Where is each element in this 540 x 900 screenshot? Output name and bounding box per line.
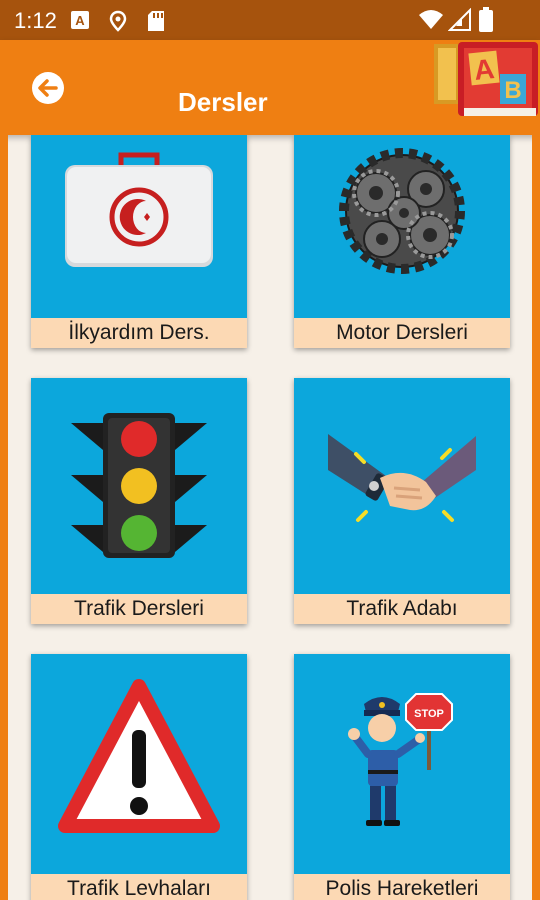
abc-book-logo: A B	[434, 42, 538, 116]
wifi-icon	[419, 10, 443, 29]
card-trafik-levhalari[interactable]: Trafik Levhaları	[31, 654, 247, 900]
card-label: Polis Hareketleri	[294, 874, 510, 900]
svg-text:A: A	[75, 13, 85, 28]
card-ilkyardim[interactable]: İlkyardım Ders.	[31, 135, 247, 348]
card-label: İlkyardım Ders.	[31, 318, 247, 348]
logo-letter-b: B	[504, 77, 521, 104]
stop-sign-text: STOP	[414, 708, 444, 720]
back-button[interactable]	[30, 70, 66, 106]
card-label: Trafik Levhaları	[31, 874, 247, 900]
lessons-grid: İlkyardım Ders. Motor Dersleri Trafik De…	[0, 135, 540, 900]
card-trafik-adabi[interactable]: Trafik Adabı	[294, 378, 510, 624]
signal-icon	[448, 8, 471, 31]
card-trafik-dersleri[interactable]: Trafik Dersleri	[31, 378, 247, 624]
first-aid-kit-icon	[65, 152, 213, 267]
police-officer-icon: STOP	[348, 693, 453, 826]
traffic-light-icon	[71, 413, 207, 558]
card-motor[interactable]: Motor Dersleri	[294, 135, 510, 348]
warning-sign-icon	[58, 679, 220, 833]
status-time: 1:12	[14, 8, 57, 33]
location-icon	[109, 10, 127, 32]
page-title: Dersler	[178, 87, 268, 117]
card-label: Trafik Dersleri	[31, 594, 247, 624]
app-bar: Dersler A B	[0, 40, 540, 135]
sd-card-icon	[148, 11, 164, 31]
handshake-icon	[328, 434, 476, 522]
card-polis-hareketleri[interactable]: STOP Polis Hareketleri	[294, 654, 510, 900]
battery-icon	[479, 7, 493, 32]
logo-letter-a: A	[472, 53, 495, 86]
gears-icon	[339, 148, 465, 274]
status-bar: 1:12 A	[0, 0, 540, 40]
card-label: Trafik Adabı	[294, 594, 510, 624]
a-notification-icon: A	[71, 11, 89, 29]
card-label: Motor Dersleri	[294, 318, 510, 348]
